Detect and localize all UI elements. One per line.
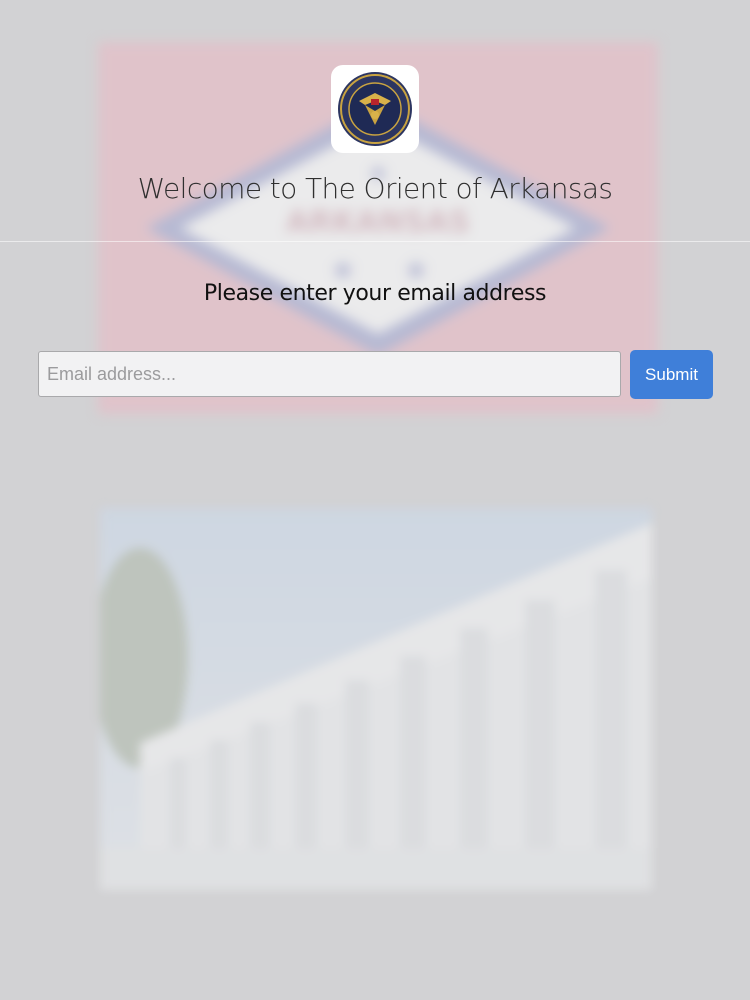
logo	[331, 65, 419, 153]
email-input[interactable]	[38, 351, 621, 397]
scottish-rite-seal-icon	[338, 72, 412, 146]
divider	[0, 241, 750, 242]
email-prompt: Please enter your email address	[203, 281, 547, 306]
submit-button[interactable]: Submit	[630, 350, 713, 399]
page-title: Welcome to The Orient of Arkansas	[137, 172, 613, 205]
